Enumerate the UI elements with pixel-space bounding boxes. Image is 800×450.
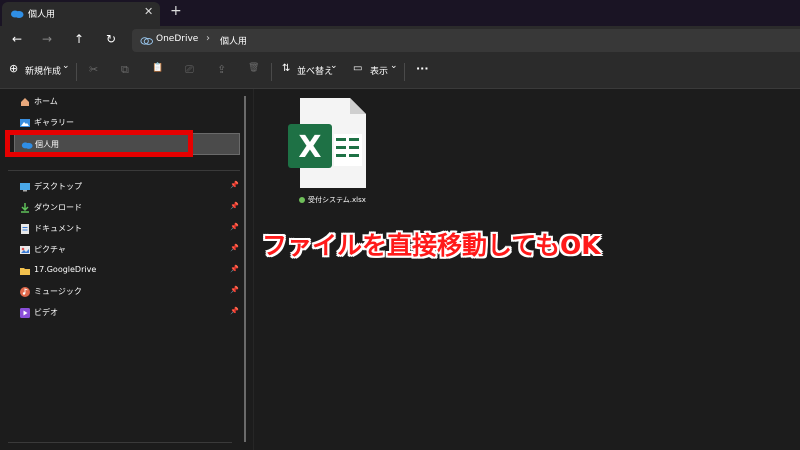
annotation-text: ファイルを直接移動してもOK: [262, 231, 601, 260]
sort-button[interactable]: 並べ替え: [297, 64, 333, 77]
pin-icon[interactable]: 📌: [230, 265, 239, 273]
delete-icon[interactable]: 🗑: [248, 63, 259, 73]
sidebar-item-label: ビデオ: [34, 308, 58, 317]
highlight-box: [5, 130, 193, 157]
excel-letter: X: [298, 130, 321, 165]
sidebar-item-music[interactable]: ミュージック 📌: [14, 282, 240, 302]
chevron-down-icon[interactable]: ⌄: [330, 61, 338, 71]
copy-icon[interactable]: ⧉: [121, 63, 129, 77]
sidebar-item-pictures[interactable]: ピクチャ 📌: [14, 240, 240, 260]
cut-icon[interactable]: ✂: [89, 63, 98, 76]
chevron-right-icon[interactable]: ›: [206, 33, 210, 44]
rename-icon[interactable]: ⎚: [185, 63, 194, 77]
desktop-icon: [20, 183, 30, 192]
address-bar[interactable]: OneDrive › 個人用: [132, 29, 800, 52]
sidebar-item-documents[interactable]: ドキュメント 📌: [14, 219, 240, 239]
paste-icon[interactable]: 📋: [152, 63, 163, 73]
command-bar: ⊕ 新規作成 ⌄ ✂ ⧉ 📋 ⎚ ⇪ 🗑 ⇅ 並べ替え ⌄ ▭ 表示 ⌄ ···: [0, 55, 800, 89]
sidebar-item-label: ミュージック: [34, 287, 82, 296]
file-name[interactable]: 受付システム.xlsx: [299, 195, 366, 205]
new-button[interactable]: 新規作成: [25, 64, 61, 77]
sidebar-item-label: 17.GoogleDrive: [34, 265, 97, 274]
file-item[interactable]: X: [288, 96, 378, 206]
download-icon: [21, 203, 29, 213]
gallery-icon: [20, 119, 30, 127]
pin-icon[interactable]: 📌: [230, 307, 239, 315]
onedrive-cloud-icon: [11, 10, 24, 18]
pin-icon[interactable]: 📌: [230, 244, 239, 252]
sidebar-item-desktop[interactable]: デスクトップ 📌: [14, 177, 240, 197]
sidebar-item-label: デスクトップ: [34, 182, 82, 191]
sync-status-icon: [299, 197, 305, 203]
sidebar-item-videos[interactable]: ビデオ 📌: [14, 303, 240, 323]
video-icon: [20, 308, 30, 318]
sidebar-item-label: ドキュメント: [34, 224, 82, 233]
tab-title: 個人用: [28, 10, 56, 20]
breadcrumb-onedrive[interactable]: OneDrive: [156, 34, 198, 44]
chevron-down-icon[interactable]: ⌄: [390, 61, 398, 71]
pictures-icon: [20, 246, 30, 254]
folder-icon: [20, 268, 30, 275]
pin-icon[interactable]: 📌: [230, 223, 239, 231]
sidebar-item-label: ピクチャ: [34, 245, 66, 254]
sidebar-item-label: ホーム: [34, 97, 58, 106]
sidebar-item-downloads[interactable]: ダウンロード 📌: [14, 198, 240, 218]
onedrive-cloud-icon: [140, 37, 153, 45]
home-icon: [21, 98, 29, 106]
music-icon: [20, 287, 30, 297]
chevron-down-icon[interactable]: ⌄: [62, 61, 70, 71]
forward-button[interactable]: →: [38, 32, 56, 46]
sidebar-item-label: ギャラリー: [34, 118, 74, 127]
view-button[interactable]: 表示: [370, 64, 388, 77]
excel-file-icon: X: [288, 98, 366, 188]
sidebar-item-home[interactable]: ホーム: [14, 92, 240, 112]
pin-icon[interactable]: 📌: [230, 181, 239, 189]
add-icon[interactable]: ⊕: [9, 62, 18, 75]
sidebar-divider: [8, 170, 240, 171]
back-button[interactable]: ←: [8, 32, 26, 46]
more-options-icon[interactable]: ···: [416, 62, 429, 75]
close-icon[interactable]: ✕: [144, 5, 153, 18]
sidebar-scrollbar[interactable]: [244, 96, 246, 442]
toolbar-divider: [76, 63, 77, 81]
up-button[interactable]: ↑: [70, 32, 88, 46]
tab-personal[interactable]: 個人用 ✕: [2, 2, 160, 26]
new-tab-button[interactable]: +: [170, 3, 182, 19]
sidebar-item-googledrive[interactable]: 17.GoogleDrive 📌: [14, 261, 240, 281]
sort-icon[interactable]: ⇅: [282, 63, 290, 74]
sidebar-item-label: ダウンロード: [34, 203, 82, 212]
toolbar-divider: [271, 63, 272, 81]
pin-icon[interactable]: 📌: [230, 286, 239, 294]
navigation-bar: ← → ↑ ↻ OneDrive › 個人用: [0, 26, 800, 55]
title-bar: 個人用 ✕ +: [0, 0, 800, 26]
file-name-label: 受付システム.xlsx: [308, 196, 366, 204]
refresh-button[interactable]: ↻: [102, 32, 120, 46]
sidebar-divider: [8, 442, 232, 443]
pane-splitter[interactable]: [253, 89, 254, 450]
pin-icon[interactable]: 📌: [230, 202, 239, 210]
breadcrumb-personal[interactable]: 個人用: [220, 34, 247, 47]
view-icon[interactable]: ▭: [353, 63, 362, 74]
share-icon[interactable]: ⇪: [217, 63, 226, 76]
documents-icon: [21, 224, 29, 234]
toolbar-divider: [404, 63, 405, 81]
